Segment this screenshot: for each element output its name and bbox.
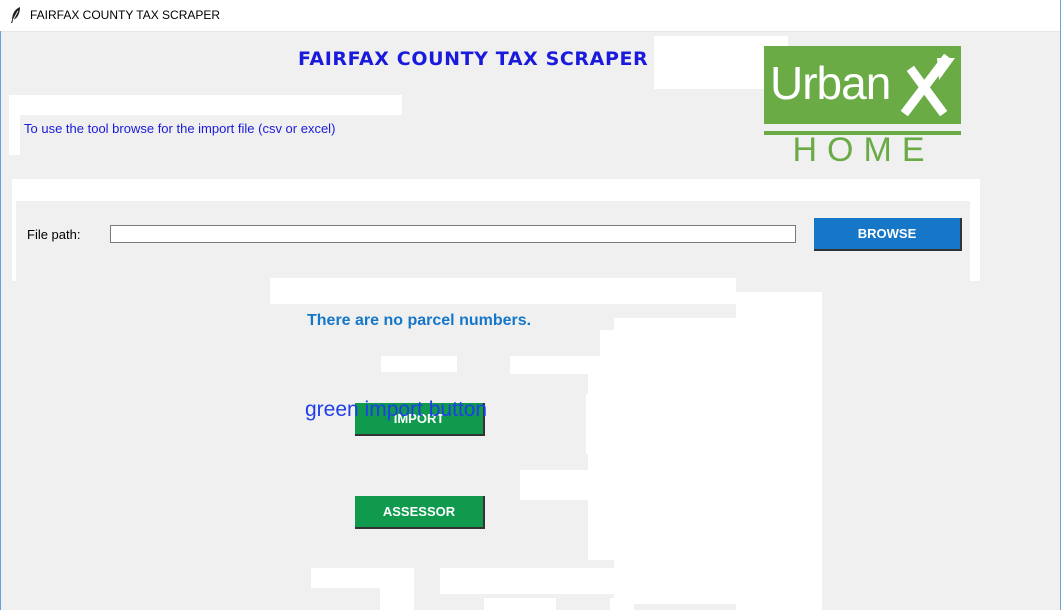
render-artifact [311, 568, 414, 588]
feather-icon [11, 7, 20, 23]
logo-word-urban: Urban [770, 57, 891, 109]
window-border [0, 31, 1, 610]
logo-box: Urban [764, 46, 961, 124]
file-path-input[interactable] [110, 225, 796, 243]
render-artifact [380, 588, 414, 610]
window-titlebar: FAIRFAX COUNTY TAX SCRAPER [0, 0, 1061, 32]
render-artifact [484, 598, 556, 610]
render-artifact [12, 179, 980, 201]
render-artifact [614, 318, 736, 604]
render-artifact [440, 568, 614, 594]
render-artifact [270, 278, 736, 304]
app-title: FAIRFAX COUNTY TAX SCRAPER [298, 48, 649, 70]
import-button[interactable]: IMPORT [355, 403, 485, 436]
render-artifact [9, 115, 20, 155]
instruction-text: To use the tool browse for the import fi… [24, 121, 336, 136]
logo-x-icon [900, 54, 955, 116]
logo-word-home: HOME [792, 131, 935, 169]
browse-button[interactable]: BROWSE [814, 218, 962, 251]
urbanx-home-logo: Urban HOME [764, 46, 961, 167]
render-artifact [736, 292, 822, 610]
render-artifact [9, 95, 402, 115]
render-artifact [12, 201, 16, 281]
render-artifact [381, 356, 457, 372]
render-artifact [586, 394, 600, 454]
render-artifact [520, 470, 588, 500]
render-artifact [610, 598, 634, 610]
window-title: FAIRFAX COUNTY TAX SCRAPER [30, 8, 221, 22]
parcel-status-message: There are no parcel numbers. [307, 312, 532, 329]
assessor-button[interactable]: ASSESSOR [355, 496, 485, 529]
render-artifact [600, 330, 614, 356]
render-artifact [970, 201, 980, 281]
render-artifact [510, 356, 614, 374]
file-path-label: File path: [27, 227, 81, 242]
